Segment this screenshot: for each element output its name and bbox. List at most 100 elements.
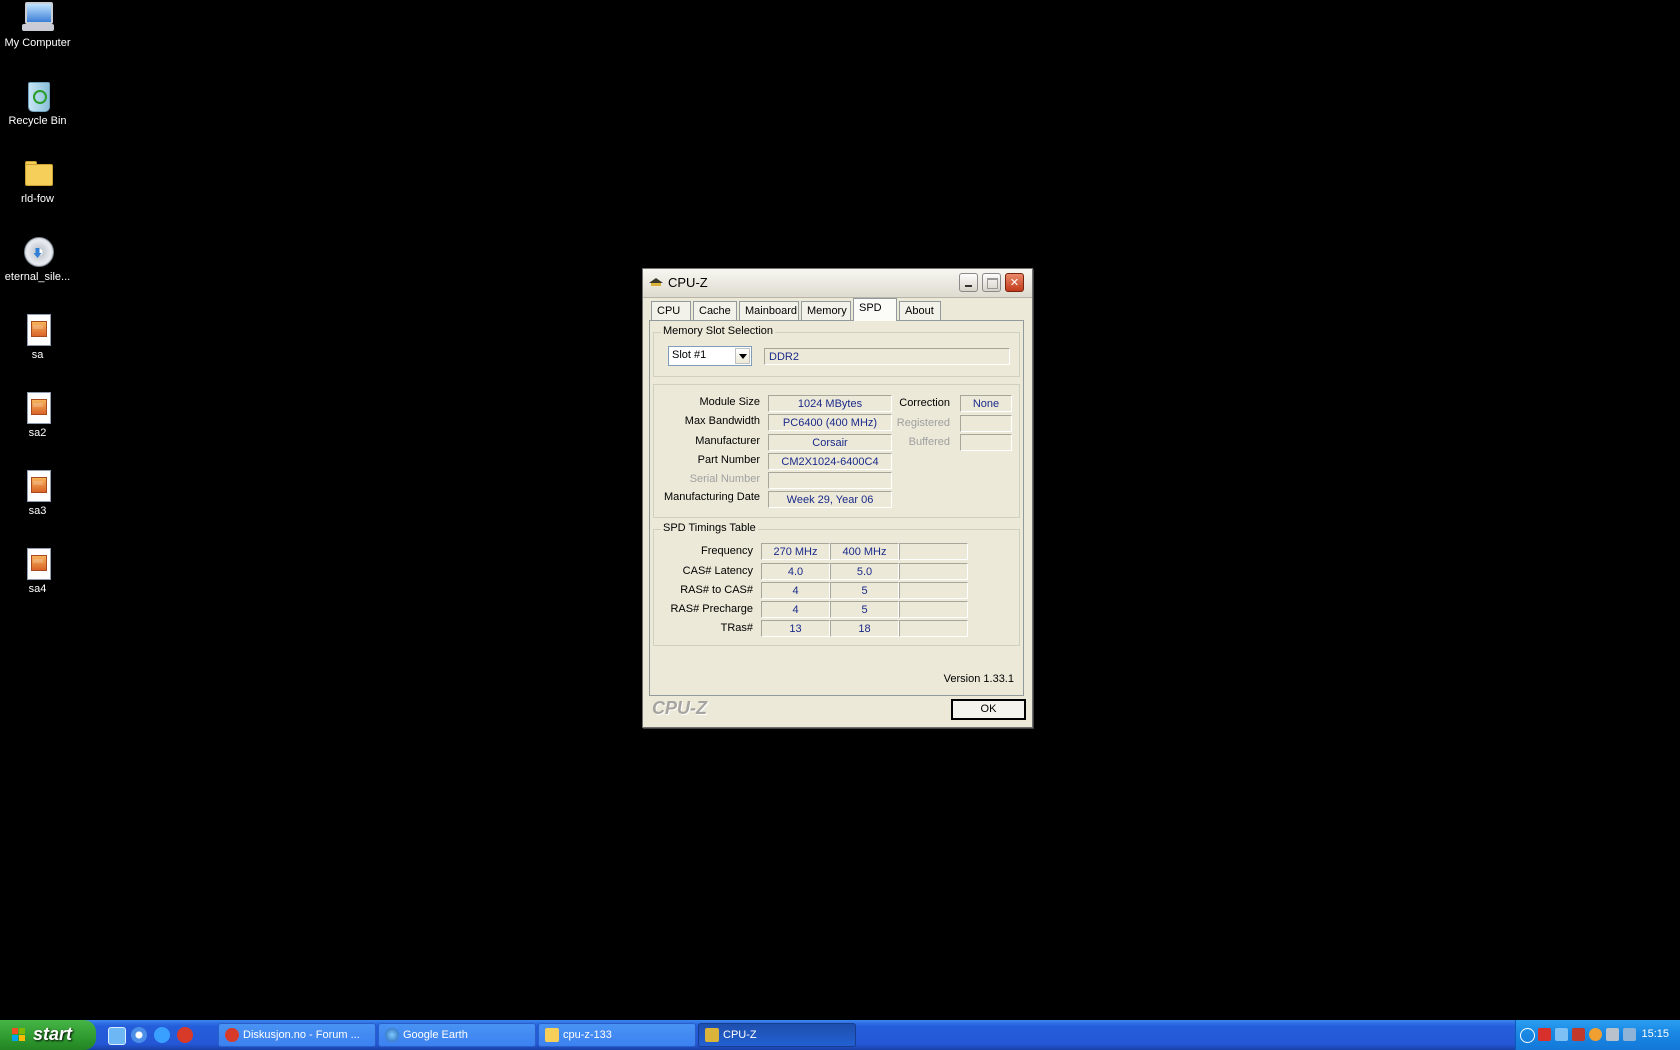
tab-mainboard[interactable]: Mainboard — [739, 301, 799, 320]
title-bar[interactable]: CPU-Z ✕ — [643, 269, 1032, 298]
spd-timings-group: SPD Timings Table Frequency 270 MHz 400 … — [653, 522, 1020, 646]
timing-cell: 5 — [830, 601, 899, 618]
correction-label: Correction — [899, 397, 950, 409]
volume-icon[interactable] — [1623, 1028, 1636, 1041]
desktop-icon-label: sa2 — [28, 427, 47, 439]
minimize-button[interactable] — [959, 273, 978, 292]
download-disc-icon — [21, 234, 55, 268]
spd-panel: Memory Slot Selection Slot #1 DDR2 Modul… — [649, 320, 1024, 696]
desktop-icon-sa4[interactable]: sa4 — [0, 546, 75, 595]
version-label: Version 1.33.1 — [943, 673, 1014, 685]
module-info-group: Module Size 1024 MBytes Max Bandwidth PC… — [653, 384, 1020, 518]
desktop-icon-label: eternal_sile... — [4, 271, 71, 283]
network-disconnected-icon[interactable] — [1572, 1028, 1585, 1041]
cpuz-app-icon — [705, 1028, 719, 1042]
desktop-icon-label: sa3 — [28, 505, 47, 517]
timing-cell — [899, 543, 968, 560]
opera-icon[interactable] — [177, 1027, 193, 1043]
timing-cell: 13 — [761, 620, 830, 637]
expand-tray-icon[interactable] — [1520, 1028, 1535, 1043]
part-number-field: CM2X1024-6400C4 — [768, 453, 892, 470]
taskbar-item-label: CPU-Z — [723, 1029, 757, 1041]
desktop-icon-rld-fow[interactable]: rld-fow — [0, 156, 75, 205]
timing-cell: 5.0 — [830, 563, 899, 580]
desktop-icon-recycle-bin[interactable]: Recycle Bin — [0, 78, 75, 127]
tab-memory[interactable]: Memory — [801, 301, 851, 320]
taskbar-item-label: Diskusjon.no - Forum ... — [243, 1029, 360, 1041]
slot-select[interactable]: Slot #1 — [668, 346, 752, 366]
media-player-icon[interactable] — [131, 1027, 147, 1043]
group-title: Memory Slot Selection — [661, 325, 776, 337]
taskbar: start Diskusjon.no - Forum ... Google Ea… — [0, 1020, 1680, 1050]
manufacturer-label: Manufacturer — [695, 435, 760, 447]
folder-icon — [21, 156, 55, 190]
start-button[interactable]: start — [0, 1020, 96, 1050]
desktop-icon-label: sa — [31, 349, 44, 361]
taskbar-item-google-earth[interactable]: Google Earth — [378, 1023, 536, 1047]
network-icon[interactable] — [1555, 1028, 1568, 1041]
tab-cache[interactable]: Cache — [693, 301, 737, 320]
timing-label-frequency: Frequency — [701, 545, 753, 557]
recycle-bin-icon — [21, 78, 55, 112]
tab-about[interactable]: About — [899, 301, 941, 320]
start-label: start — [33, 1024, 73, 1044]
desktop-icon-sa2[interactable]: sa2 — [0, 390, 75, 439]
image-file-icon — [21, 468, 55, 502]
timing-cell: 400 MHz — [830, 543, 899, 560]
taskbar-clock[interactable]: 15:15 — [1641, 1028, 1669, 1040]
buffered-field — [960, 434, 1012, 451]
registered-label: Registered — [896, 417, 950, 429]
part-number-label: Part Number — [697, 454, 760, 466]
group-title: SPD Timings Table — [661, 522, 758, 534]
desktop-icon-label: My Computer — [4, 37, 71, 49]
timing-cell: 270 MHz — [761, 543, 830, 560]
desktop-icon-sa[interactable]: sa — [0, 312, 75, 361]
max-bandwidth-label: Max Bandwidth — [684, 415, 760, 427]
desktop-icon-my-computer[interactable]: My Computer — [0, 0, 75, 49]
ok-button[interactable]: OK — [951, 699, 1026, 720]
image-file-icon — [21, 312, 55, 346]
desktop-icon-label: Recycle Bin — [8, 115, 67, 127]
module-size-label: Module Size — [699, 396, 760, 408]
taskbar-item-label: Google Earth — [403, 1029, 468, 1041]
timing-cell: 4.0 — [761, 563, 830, 580]
image-file-icon — [21, 390, 55, 424]
taskbar-item-cpuz[interactable]: CPU-Z — [698, 1023, 856, 1047]
manufacturer-field: Corsair — [768, 434, 892, 451]
cpuz-window: CPU-Z ✕ CPU Cache Mainboard Memory SPD A… — [642, 268, 1033, 728]
timing-cell — [899, 563, 968, 580]
slot-select-value: Slot #1 — [672, 349, 707, 361]
maximize-button[interactable] — [982, 273, 1001, 292]
google-earth-icon — [385, 1028, 399, 1042]
registered-field — [960, 415, 1012, 432]
windows-flag-icon — [12, 1028, 26, 1042]
timing-label-ras-precharge: RAS# Precharge — [670, 603, 753, 615]
timing-cell: 5 — [830, 582, 899, 599]
app-tray-icon[interactable] — [1589, 1028, 1602, 1041]
taskbar-item-label: cpu-z-133 — [563, 1029, 612, 1041]
folder-icon — [545, 1028, 559, 1042]
system-tray: 15:15 — [1515, 1020, 1680, 1050]
timing-cell — [899, 620, 968, 637]
tools-icon[interactable] — [1606, 1028, 1619, 1041]
memory-type-field: DDR2 — [764, 348, 1010, 365]
tab-cpu[interactable]: CPU — [651, 301, 691, 320]
close-button[interactable]: ✕ — [1005, 273, 1024, 292]
timing-cell — [899, 601, 968, 618]
desktop-icon-eternal[interactable]: eternal_sile... — [0, 234, 75, 283]
taskbar-item-cpu-z-133[interactable]: cpu-z-133 — [538, 1023, 696, 1047]
desktop-icon-sa3[interactable]: sa3 — [0, 468, 75, 517]
timing-cell: 18 — [830, 620, 899, 637]
tab-spd[interactable]: SPD — [853, 298, 897, 321]
memory-slot-group: Memory Slot Selection Slot #1 DDR2 — [653, 325, 1020, 377]
window-title: CPU-Z — [668, 275, 708, 290]
cpuz-app-icon — [649, 278, 663, 286]
security-shield-icon[interactable] — [1538, 1028, 1551, 1041]
module-size-field: 1024 MBytes — [768, 395, 892, 412]
chevron-down-icon[interactable] — [735, 348, 750, 364]
image-file-icon — [21, 546, 55, 580]
show-desktop-icon[interactable] — [108, 1027, 126, 1045]
internet-explorer-icon[interactable] — [154, 1027, 170, 1043]
taskbar-item-diskusjon[interactable]: Diskusjon.no - Forum ... — [218, 1023, 376, 1047]
correction-field: None — [960, 395, 1012, 412]
